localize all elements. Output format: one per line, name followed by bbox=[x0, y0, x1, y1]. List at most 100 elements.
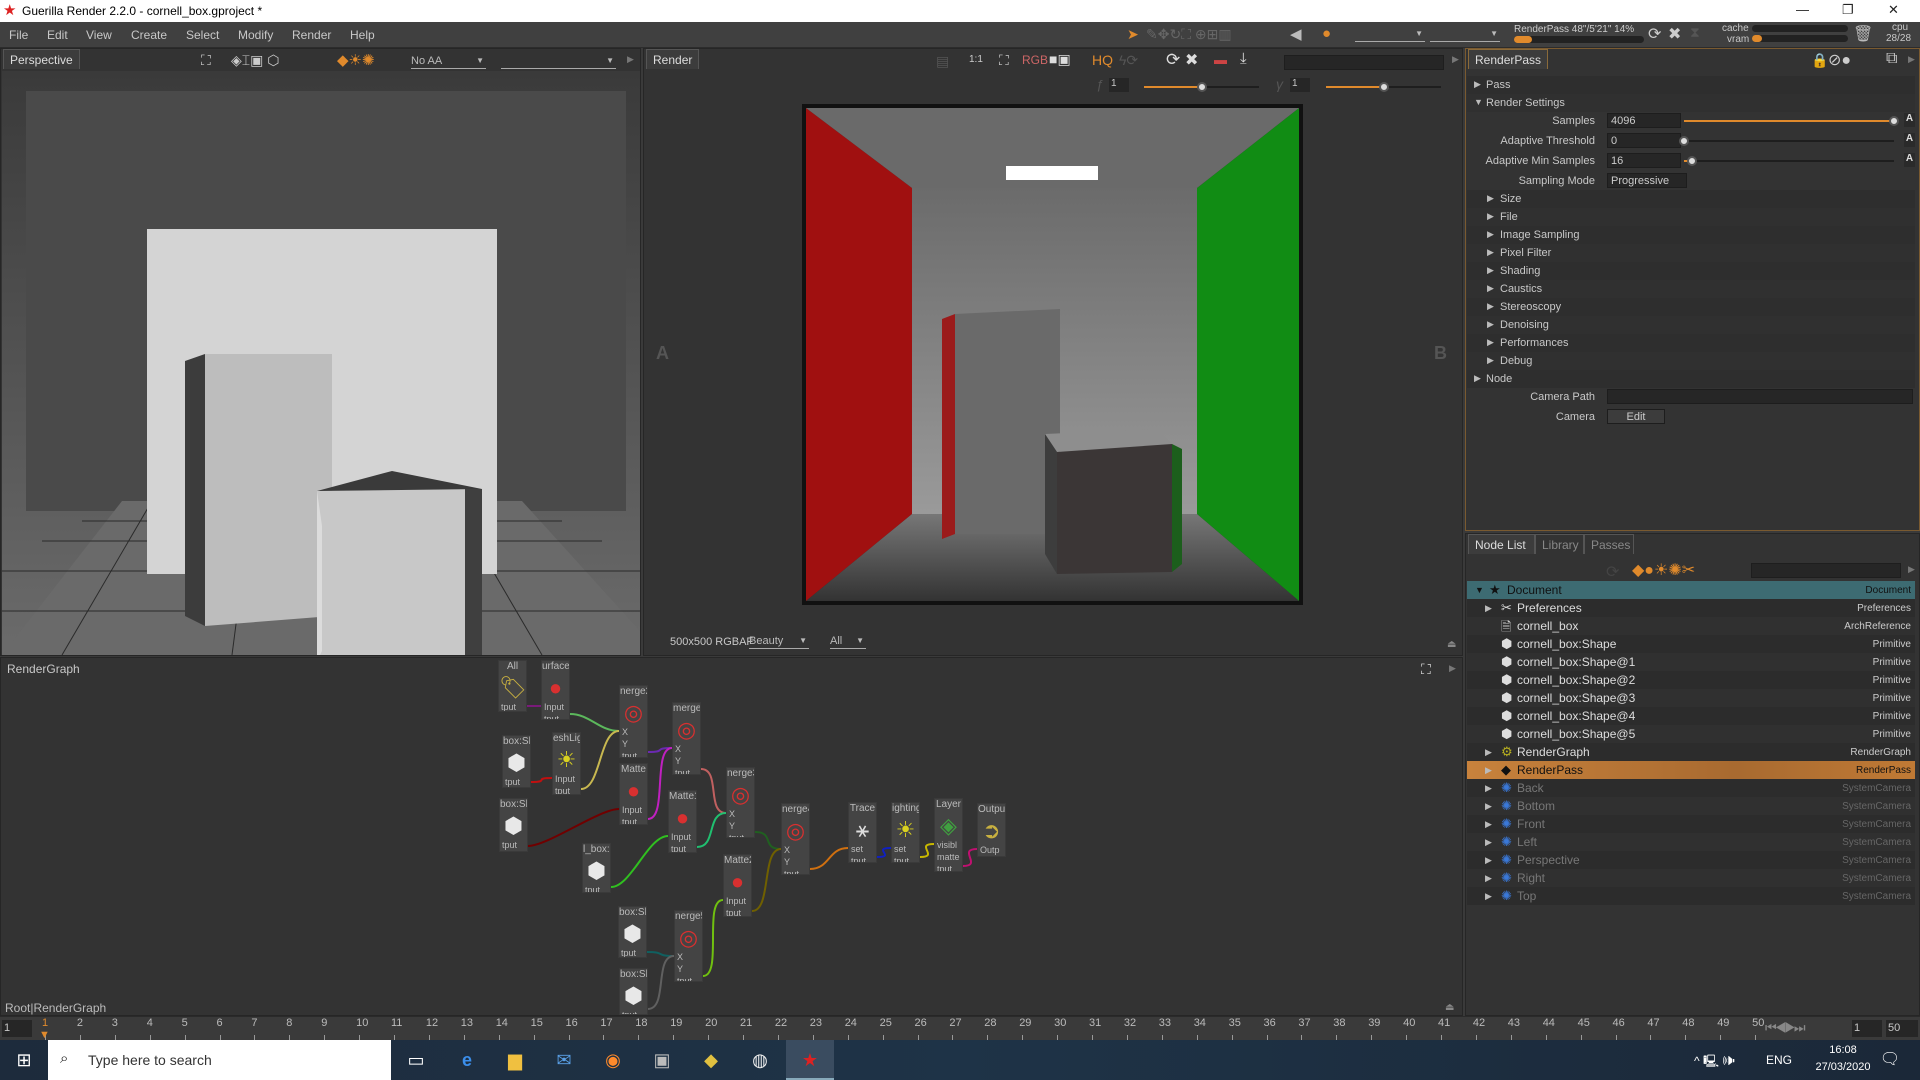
nodelist-item[interactable]: ⬢ cornell_box:Shape@1 Primitive bbox=[1467, 653, 1915, 671]
nodelist-item[interactable]: ▶ ◆ RenderPass RenderPass bbox=[1467, 761, 1915, 779]
node-port[interactable]: tput bbox=[619, 948, 646, 957]
tool-dropdown-2[interactable] bbox=[1430, 28, 1500, 42]
timeline[interactable]: 1 1 2 3 4 5 6 7 8 9 10 11 12 13 14 15 16 17 18 19 20 21 22 23 2… bbox=[0, 1016, 1920, 1043]
frame-tick-label[interactable]: 9 bbox=[321, 1017, 327, 1029]
nodelist-item[interactable]: ⬢ cornell_box:Shape@2 Primitive bbox=[1467, 671, 1915, 689]
graph-node[interactable]: Matte1 ● Inputtput bbox=[668, 790, 697, 853]
frame-tick-label[interactable]: 1 bbox=[42, 1017, 48, 1029]
node-port[interactable]: Input bbox=[542, 702, 569, 714]
panel-menu-arrow[interactable]: ▶ bbox=[1452, 54, 1459, 65]
camera-path-field[interactable] bbox=[1607, 389, 1913, 404]
frame-tick-label[interactable]: 13 bbox=[461, 1017, 473, 1029]
graph-node[interactable]: l_box:S ⬢ tput bbox=[582, 843, 611, 893]
rerender-icon[interactable]: ⟳ bbox=[1166, 50, 1180, 70]
frame-tick-label[interactable]: 11 bbox=[391, 1017, 402, 1029]
gamma-slider[interactable] bbox=[1326, 82, 1441, 92]
camera-edit-button[interactable]: Edit bbox=[1607, 409, 1665, 424]
slider-knob[interactable] bbox=[1679, 136, 1689, 146]
frame-tick-label[interactable]: 35 bbox=[1229, 1017, 1241, 1029]
play-back-icon[interactable]: ◀ bbox=[1290, 25, 1302, 43]
app-icon-1[interactable]: ▣ bbox=[650, 1048, 674, 1072]
section-pass[interactable]: Pass bbox=[1486, 79, 1510, 91]
current-frame-field[interactable]: 1 bbox=[2, 1020, 32, 1037]
frame-tick-label[interactable]: 38 bbox=[1333, 1017, 1345, 1029]
expand-arrow-icon[interactable]: ▶ bbox=[1487, 337, 1494, 348]
end-frame-field[interactable]: 50 bbox=[1886, 1020, 1918, 1037]
app-icon-3[interactable]: ◍ bbox=[748, 1048, 772, 1072]
frame-tick-label[interactable]: 32 bbox=[1124, 1017, 1136, 1029]
section-header[interactable]: ▶ Denoising bbox=[1467, 316, 1915, 334]
section-render-settings[interactable]: Render Settings bbox=[1486, 97, 1565, 109]
panel-menu-arrow[interactable]: ▶ bbox=[1449, 663, 1456, 674]
section-header[interactable]: ▶ Performances bbox=[1467, 334, 1915, 352]
nodelist-item[interactable]: ▶ ✺ Front SystemCamera bbox=[1467, 815, 1915, 833]
nodelist-item[interactable]: ⬢ cornell_box:Shape@4 Primitive bbox=[1467, 707, 1915, 725]
layer-dropdown[interactable]: All bbox=[830, 635, 866, 649]
expand-arrow-icon[interactable]: ▶ bbox=[1485, 603, 1492, 614]
nodelist-item[interactable]: ▶ ✺ Perspective SystemCamera bbox=[1467, 851, 1915, 869]
nodelist-item[interactable]: ▶ ✺ Bottom SystemCamera bbox=[1467, 797, 1915, 815]
rendered-image[interactable] bbox=[802, 104, 1303, 605]
node-port[interactable]: tput bbox=[727, 833, 754, 837]
exposure-field[interactable]: 1 bbox=[1109, 78, 1129, 92]
graph-node[interactable]: nerge5 ◎ XYtput bbox=[674, 910, 703, 982]
expand-arrow-icon[interactable]: ▶ bbox=[1487, 211, 1494, 222]
frame-tick-label[interactable]: 28 bbox=[984, 1017, 996, 1029]
frame-tick-label[interactable]: 21 bbox=[740, 1017, 752, 1029]
app-icon-2[interactable]: ◆ bbox=[699, 1048, 723, 1072]
popout-icon[interactable]: ⧉ bbox=[1886, 50, 1897, 68]
nodelist-item[interactable]: ⬢ cornell_box:Shape@3 Primitive bbox=[1467, 689, 1915, 707]
node-port[interactable]: tput bbox=[503, 777, 530, 787]
tab-passes[interactable]: Passes bbox=[1584, 534, 1634, 554]
subsection-performances[interactable]: Performances bbox=[1500, 337, 1568, 349]
section-header[interactable]: ▶ Shading bbox=[1467, 262, 1915, 280]
sampling-mode-dropdown[interactable]: Progressive bbox=[1607, 173, 1687, 188]
nodelist-item[interactable]: ▶ ✺ Top SystemCamera bbox=[1467, 887, 1915, 905]
node-port[interactable]: set bbox=[849, 844, 876, 856]
exposure-slider[interactable] bbox=[1144, 82, 1259, 92]
animate-button[interactable]: A bbox=[1904, 153, 1915, 167]
render-layer-dropdown[interactable] bbox=[1284, 55, 1444, 70]
frame-tick-label[interactable]: 29 bbox=[1019, 1017, 1031, 1029]
maximize-panel-icon[interactable]: ⛶ bbox=[1421, 661, 1431, 678]
graph-node[interactable]: All 🏷 tput bbox=[498, 660, 527, 712]
stereo-glasses-icon[interactable]: ▬ bbox=[1214, 52, 1227, 67]
transform-tools-icon[interactable]: ✎✥↻⛶ ⊕⊞▥ bbox=[1146, 26, 1232, 43]
expand-arrow-icon[interactable]: ▶ bbox=[1485, 783, 1492, 794]
frame-tick-label[interactable]: 10 bbox=[356, 1017, 368, 1029]
nodelist-item[interactable]: 🗎 cornell_box ArchReference bbox=[1467, 617, 1915, 635]
edge-browser-icon[interactable]: e bbox=[455, 1048, 479, 1072]
nodelist-item[interactable]: ▶ ✺ Right SystemCamera bbox=[1467, 869, 1915, 887]
guerilla-taskbar-button[interactable]: ★ bbox=[786, 1040, 834, 1080]
node-port[interactable]: Input bbox=[669, 832, 696, 844]
frame-tick-label[interactable]: 23 bbox=[810, 1017, 822, 1029]
expand-arrow-icon[interactable]: ▶ bbox=[1474, 79, 1481, 90]
fit-icon[interactable]: ⛶ bbox=[999, 52, 1009, 69]
tray-icons[interactable]: ^ 🖳 🕪 bbox=[1694, 1052, 1735, 1073]
expand-arrow-icon[interactable]: ▶ bbox=[1485, 801, 1492, 812]
frame-tick-label[interactable]: 14 bbox=[496, 1017, 508, 1029]
node-port[interactable]: tput bbox=[724, 908, 751, 916]
expand-arrow-icon[interactable]: ▶ bbox=[1487, 247, 1494, 258]
rgb-channel-button[interactable]: RGB bbox=[1022, 53, 1048, 67]
node-port[interactable]: Outp bbox=[978, 845, 1005, 856]
node-port[interactable]: Input bbox=[553, 774, 580, 786]
graph-node[interactable]: merge ◎ X Ytput bbox=[672, 702, 701, 775]
frame-tick-label[interactable]: 22 bbox=[775, 1017, 787, 1029]
frame-tick-label[interactable]: 27 bbox=[949, 1017, 961, 1029]
frame-tick-label[interactable]: 46 bbox=[1613, 1017, 1625, 1029]
expand-arrow-icon[interactable]: ▶ bbox=[1487, 301, 1494, 312]
subsection-pixel-filter[interactable]: Pixel Filter bbox=[1500, 247, 1551, 259]
breadcrumb[interactable]: Root|RenderGraph bbox=[5, 1001, 106, 1015]
node-port[interactable]: X bbox=[673, 744, 700, 756]
globe-icon[interactable]: ● bbox=[1322, 25, 1331, 42]
frame-tick-label[interactable]: 18 bbox=[635, 1017, 647, 1029]
tab-node-list[interactable]: Node List bbox=[1468, 534, 1535, 554]
nodelist-item[interactable]: ▶ ✂ Preferences Preferences bbox=[1467, 599, 1915, 617]
minimize-button[interactable]: — bbox=[1796, 2, 1809, 17]
menu-view[interactable]: View bbox=[86, 28, 112, 42]
slider-knob[interactable] bbox=[1196, 82, 1207, 92]
subsection-stereoscopy[interactable]: Stereoscopy bbox=[1500, 301, 1561, 313]
menu-render[interactable]: Render bbox=[292, 28, 331, 42]
node-port[interactable]: tput bbox=[499, 702, 526, 711]
